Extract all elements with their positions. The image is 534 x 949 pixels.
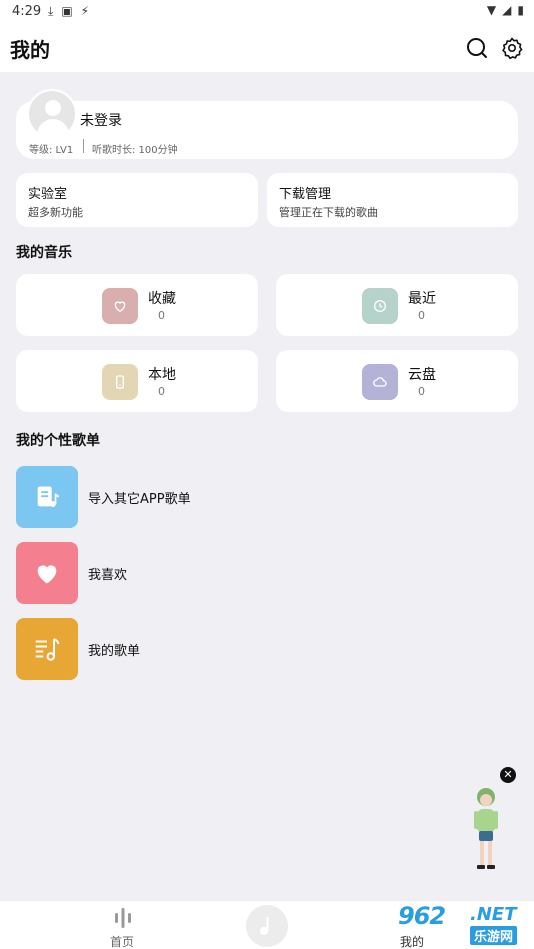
app-notification-icon: ▣ (61, 4, 73, 18)
cloud-count: 0 (418, 385, 425, 398)
my-playlist-item[interactable]: 我的歌单 (16, 618, 316, 680)
close-float-icon[interactable]: ✕ (500, 767, 516, 783)
phone-icon (102, 364, 138, 400)
watermark-number: 962 (398, 902, 446, 930)
favorites-label: 收藏 (148, 291, 176, 307)
profile-divider (83, 139, 84, 153)
cloud-label: 云盘 (408, 367, 436, 383)
download-icon: ⤓ (48, 4, 54, 18)
local-card[interactable]: 本地 0 (16, 350, 258, 412)
search-icon[interactable] (465, 36, 489, 60)
playlist-icon (16, 618, 78, 680)
import-playlist-label: 导入其它APP歌单 (88, 492, 191, 507)
tab-home[interactable]: 首页 (104, 905, 142, 949)
liked-songs-item[interactable]: 我喜欢 (16, 542, 316, 604)
home-bars-icon (115, 908, 131, 928)
my-playlist-label: 我的歌单 (88, 644, 141, 659)
login-status[interactable]: 未登录 (80, 110, 122, 130)
import-playlist-item[interactable]: 导入其它APP歌单 (16, 466, 316, 528)
download-manager-card[interactable]: 下载管理 管理正在下载的歌曲 (267, 173, 518, 227)
download-manager-title: 下载管理 (279, 187, 332, 202)
recent-count: 0 (418, 309, 425, 322)
battery-icon: ▮ (517, 3, 524, 17)
cloud-card[interactable]: 云盘 0 (276, 350, 518, 412)
cloud-icon (362, 364, 398, 400)
watermark-site-name: 乐游网 (470, 926, 518, 945)
tab-home-label: 首页 (110, 935, 135, 949)
signal-icon: ◢ (502, 3, 512, 17)
status-time: 4:29 (12, 4, 42, 19)
app-header: 我的 (0, 24, 534, 72)
favorites-card[interactable]: 收藏 0 (16, 274, 258, 336)
lab-title: 实验室 (28, 187, 68, 202)
favorites-count: 0 (158, 309, 165, 322)
avatar-body-shape (37, 119, 69, 137)
avatar-head-shape (45, 100, 61, 116)
download-manager-subtitle: 管理正在下载的歌曲 (279, 206, 378, 219)
status-notification-icons: ⤓ ▣ ⚡ (48, 4, 89, 19)
user-level: 等级: LV1 (29, 145, 74, 156)
heart-icon (16, 542, 78, 604)
play-button[interactable] (246, 905, 288, 947)
wifi-icon: ▼ (486, 3, 497, 17)
local-label: 本地 (148, 367, 176, 383)
clock-icon (362, 288, 398, 324)
liked-songs-label: 我喜欢 (88, 568, 128, 583)
status-bar: 4:29 ⤓ ▣ ⚡ ▼ ◢ ▮ (0, 0, 534, 24)
flash-icon: ⚡ (80, 4, 90, 18)
music-note-icon (260, 917, 269, 935)
local-count: 0 (158, 385, 165, 398)
watermark-suffix: .NET (470, 904, 517, 925)
avatar[interactable] (27, 89, 77, 139)
watermark-logo: 962 .NET 乐游网 (392, 900, 534, 949)
lab-card[interactable]: 实验室 超多新功能 (16, 173, 258, 227)
status-system-icons: ▼ ◢ ▮ (487, 3, 524, 17)
heart-icon (102, 288, 138, 324)
lab-subtitle: 超多新功能 (28, 206, 83, 219)
page-title: 我的 (10, 38, 50, 62)
floating-character[interactable] (462, 785, 510, 873)
my-playlists-title: 我的个性歌单 (16, 433, 100, 449)
listen-time: 听歌时长: 100分钟 (92, 145, 178, 156)
my-music-title: 我的音乐 (16, 245, 72, 261)
recent-card[interactable]: 最近 0 (276, 274, 518, 336)
music-file-icon (16, 466, 78, 528)
recent-label: 最近 (408, 291, 436, 307)
settings-icon[interactable] (500, 36, 524, 60)
